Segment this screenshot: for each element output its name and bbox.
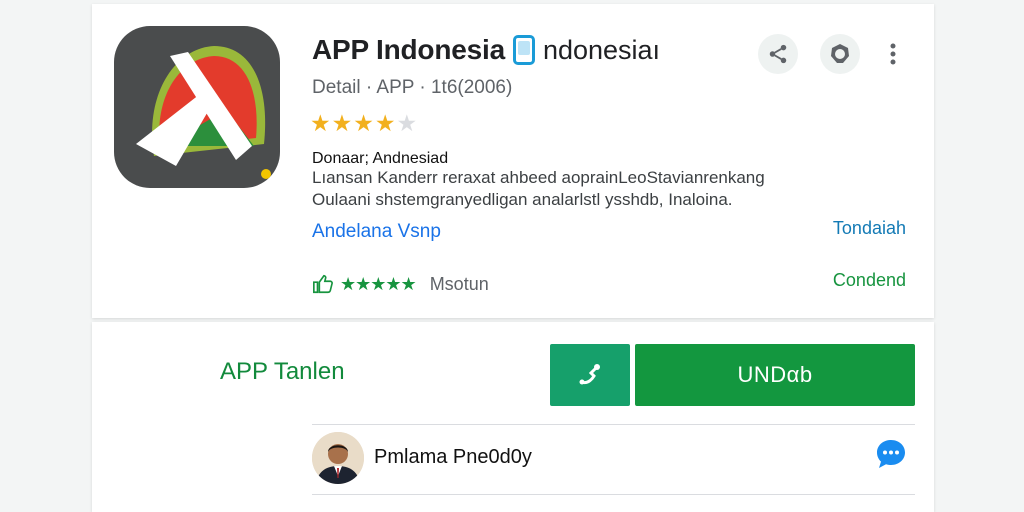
app-title-row: APP Indonesia ndonesiaı: [312, 32, 660, 68]
star-icon: ★: [310, 110, 332, 136]
description-title: Donaar; Andnesiad: [312, 150, 449, 167]
developer-avatar[interactable]: [312, 432, 364, 484]
chat-icon: [877, 440, 905, 468]
chat-button[interactable]: [874, 437, 908, 471]
developer-name: Pmlama Pne0d0y: [374, 446, 532, 468]
more-link[interactable]: Tondaiah: [833, 218, 906, 239]
app-title-suffix: ndonesiaı: [542, 34, 661, 65]
app-logo-graphic: [136, 46, 271, 179]
call-button[interactable]: [550, 344, 630, 406]
review-label: Msotun: [429, 273, 489, 294]
more-options-button[interactable]: [882, 34, 904, 74]
install-label: APP Tanlen: [220, 358, 345, 385]
review-row: ★★★★★ Msotun: [312, 270, 489, 298]
share-button[interactable]: [758, 34, 798, 74]
badge-button[interactable]: [820, 34, 860, 74]
app-header-card: APP Indonesia ndonesiaı Detail · APP · 1…: [92, 4, 934, 318]
divider: [312, 494, 915, 495]
developer-photo: [312, 432, 364, 484]
top-actions: [758, 34, 904, 74]
more-vert-icon: [890, 43, 896, 65]
install-button[interactable]: UNDαb: [635, 344, 915, 406]
description-line-2: Oulaani shstemgranyedligan analarlstl ys…: [312, 190, 733, 209]
rating-stars: ★★★★★: [310, 110, 418, 137]
phone-icon: [579, 364, 600, 385]
details-link[interactable]: Andelana Vsnp: [312, 221, 441, 243]
reviews-link[interactable]: Condend: [833, 270, 906, 291]
share-icon: [769, 44, 787, 64]
divider: [312, 424, 915, 425]
device-badge-icon: [512, 35, 535, 65]
app-logo-icon: [114, 26, 280, 188]
star-icon: ★: [396, 110, 419, 136]
thumbs-up-icon: [313, 274, 333, 294]
review-stars: ★★★★★: [340, 273, 417, 294]
app-title: APP Indonesia: [312, 34, 505, 65]
description-line-1: Lıansan Kanderr reraxat ahbeed aoprainLe…: [312, 168, 765, 187]
star-icon: ★: [353, 110, 375, 136]
star-icon: ★: [374, 110, 397, 136]
app-subtitle: Detail · APP · 1t6(2006): [312, 77, 513, 98]
star-icon: ★: [331, 110, 354, 136]
badge-icon: [831, 44, 849, 63]
